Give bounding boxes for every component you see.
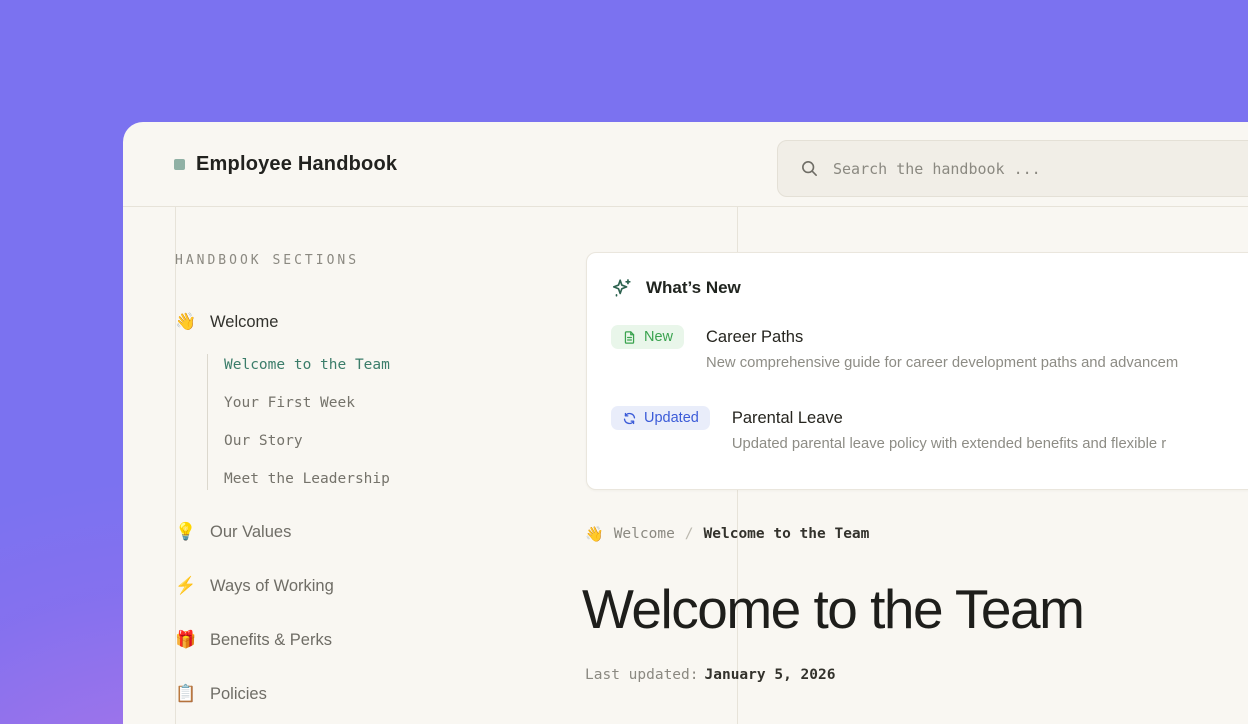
refresh-icon — [622, 411, 637, 426]
sidebar-item-label: Policies — [210, 685, 267, 704]
whats-new-title: What’s New — [646, 278, 741, 298]
whats-new-item[interactable]: Updated Parental Leave Updated parental … — [611, 406, 1248, 454]
sidebar-item-policies[interactable]: 📋 Policies — [175, 682, 535, 706]
last-updated: Last updated: January 5, 2026 — [585, 667, 835, 683]
whats-new-item[interactable]: New Career Paths New comprehensive guide… — [611, 325, 1248, 373]
whats-new-header: What’s New — [611, 277, 1248, 299]
lightning-icon: ⚡ — [175, 576, 197, 596]
whats-new-card: What’s New New Career Paths New comprehe… — [586, 252, 1248, 490]
breadcrumb: 👋 Welcome / Welcome to the Team — [585, 525, 869, 543]
app-window: Employee Handbook HANDBOOK SECTIONS 👋 We… — [123, 122, 1248, 724]
sidebar: HANDBOOK SECTIONS 👋 Welcome Welcome to t… — [175, 253, 535, 706]
app-header: Employee Handbook — [123, 122, 1248, 207]
waving-hand-icon: 👋 — [585, 525, 604, 543]
sidebar-item-label: Ways of Working — [210, 577, 334, 596]
badge-label: New — [644, 329, 673, 345]
page-title: Welcome to the Team — [582, 577, 1083, 641]
last-updated-value: January 5, 2026 — [705, 667, 836, 683]
sidebar-subitem-meet-the-leadership[interactable]: Meet the Leadership — [224, 468, 535, 490]
brand: Employee Handbook — [174, 153, 397, 176]
sidebar-item-welcome[interactable]: 👋 Welcome — [175, 310, 535, 334]
whats-new-item-description: Updated parental leave policy with exten… — [732, 434, 1166, 454]
breadcrumb-page: Welcome to the Team — [704, 526, 870, 542]
search-icon — [800, 159, 819, 178]
whats-new-item-body: Parental Leave Updated parental leave po… — [732, 406, 1166, 454]
breadcrumb-separator: / — [685, 526, 694, 542]
search-bar[interactable] — [777, 140, 1248, 197]
lightbulb-icon: 💡 — [175, 522, 197, 542]
document-icon — [622, 330, 637, 345]
sidebar-subitem-your-first-week[interactable]: Your First Week — [224, 392, 535, 414]
sidebar-subitem-our-story[interactable]: Our Story — [224, 430, 535, 452]
sidebar-item-label: Our Values — [210, 523, 291, 542]
updated-badge: Updated — [611, 406, 710, 430]
badge-label: Updated — [644, 410, 699, 426]
sidebar-heading: HANDBOOK SECTIONS — [175, 253, 535, 268]
breadcrumb-section[interactable]: Welcome — [614, 526, 675, 542]
last-updated-label: Last updated: — [585, 667, 699, 683]
sidebar-subitem-welcome-to-the-team[interactable]: Welcome to the Team — [224, 354, 535, 376]
sidebar-item-benefits-perks[interactable]: 🎁 Benefits & Perks — [175, 628, 535, 652]
search-input[interactable] — [833, 160, 1248, 178]
sidebar-item-ways-of-working[interactable]: ⚡ Ways of Working — [175, 574, 535, 598]
app-logo-icon — [174, 159, 185, 170]
clipboard-icon: 📋 — [175, 684, 197, 704]
whats-new-item-title: Parental Leave — [732, 406, 1166, 430]
whats-new-item-title: Career Paths — [706, 325, 1178, 349]
app-title: Employee Handbook — [196, 153, 397, 176]
sparkles-icon — [611, 277, 633, 299]
gift-icon: 🎁 — [175, 630, 197, 650]
sidebar-item-label: Welcome — [210, 313, 278, 332]
sidebar-welcome-sublist: Welcome to the Team Your First Week Our … — [207, 354, 535, 490]
sidebar-item-label: Benefits & Perks — [210, 631, 332, 650]
new-badge: New — [611, 325, 684, 349]
whats-new-item-body: Career Paths New comprehensive guide for… — [706, 325, 1178, 373]
waving-hand-icon: 👋 — [175, 312, 197, 332]
whats-new-item-description: New comprehensive guide for career devel… — [706, 353, 1178, 373]
sidebar-item-our-values[interactable]: 💡 Our Values — [175, 520, 535, 544]
